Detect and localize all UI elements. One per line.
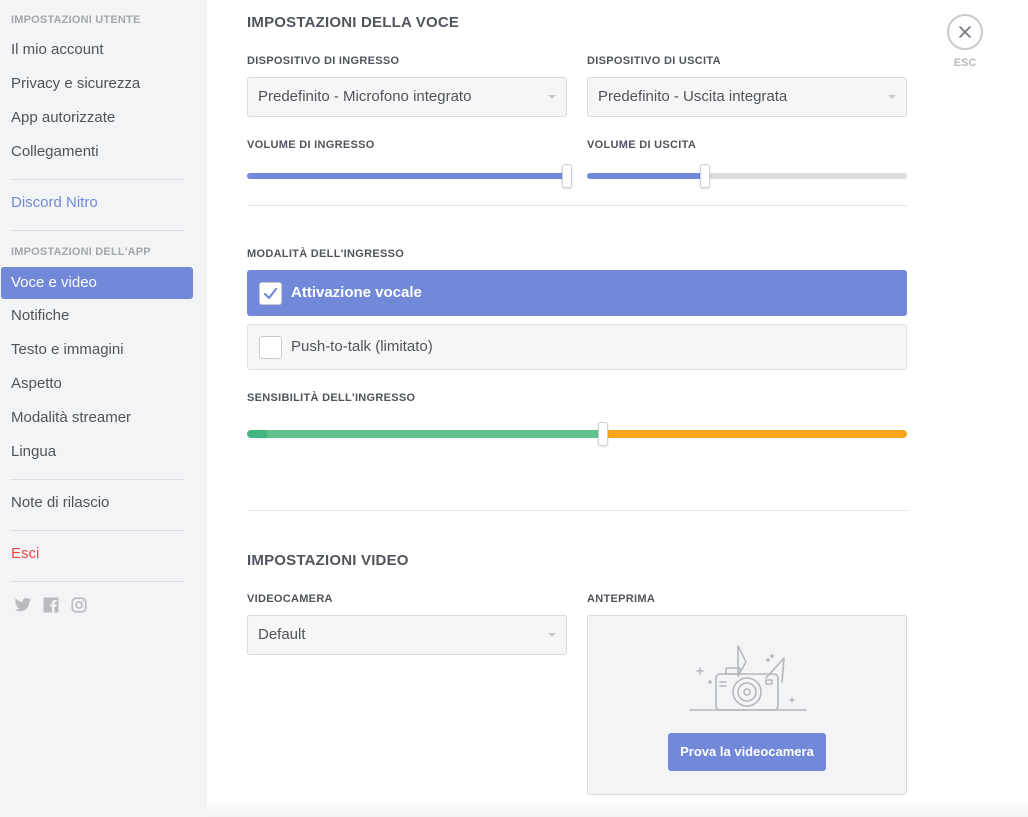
logout-button[interactable]: Esci — [1, 538, 193, 570]
voice-activity-label: Attivazione vocale — [291, 284, 422, 301]
sensitivity-handle[interactable] — [598, 422, 608, 446]
sidebar-divider — [10, 581, 184, 582]
chevron-down-icon — [548, 95, 556, 99]
sidebar-item-streamer-mode[interactable]: Modalità streamer — [1, 402, 193, 434]
output-volume-fill — [587, 173, 705, 179]
chevron-down-icon — [548, 633, 556, 637]
section-divider — [247, 205, 907, 206]
output-device-label: DISPOSITIVO DI USCITA — [587, 55, 721, 67]
sidebar-item-privacy[interactable]: Privacy e sicurezza — [1, 68, 193, 100]
sensitivity-handle-track — [247, 422, 907, 446]
camera-select[interactable]: Default — [247, 615, 567, 655]
sidebar-divider — [10, 230, 184, 231]
sidebar-item-language[interactable]: Lingua — [1, 436, 193, 468]
close-icon — [959, 26, 971, 38]
sidebar-divider — [10, 479, 184, 480]
sidebar-item-release-notes[interactable]: Note di rilascio — [1, 487, 193, 519]
try-camera-button[interactable]: Prova la videocamera — [668, 733, 826, 771]
sidebar-item-appearance[interactable]: Aspetto — [1, 368, 193, 400]
sidebar-item-nitro[interactable]: Discord Nitro — [1, 187, 193, 219]
input-volume-label: VOLUME DI INGRESSO — [247, 139, 375, 151]
bottom-fade — [207, 800, 1028, 817]
video-settings-title: IMPOSTAZIONI VIDEO — [247, 552, 409, 569]
checkmark-icon — [263, 287, 278, 300]
sidebar-item-text-images[interactable]: Testo e immagini — [1, 334, 193, 366]
input-volume-slider[interactable] — [247, 164, 572, 188]
voice-activity-option[interactable]: Attivazione vocale — [247, 270, 907, 316]
twitter-icon[interactable] — [14, 596, 32, 614]
input-mode-label: MODALITÀ DELL'INGRESSO — [247, 248, 405, 260]
sidebar-item-notifications[interactable]: Notifiche — [1, 300, 193, 332]
sidebar-item-voice-video[interactable]: Voce e video — [1, 267, 193, 299]
output-device-select[interactable]: Predefinito - Uscita integrata — [587, 77, 907, 117]
section-divider — [247, 510, 907, 511]
sidebar-item-authorized-apps[interactable]: App autorizzate — [1, 102, 193, 134]
sidebar-divider — [10, 179, 184, 180]
input-device-label: DISPOSITIVO DI INGRESSO — [247, 55, 400, 67]
push-to-talk-option[interactable]: Push-to-talk (limitato) — [247, 324, 907, 370]
instagram-icon[interactable] — [70, 596, 88, 614]
push-to-talk-label: Push-to-talk (limitato) — [291, 338, 433, 355]
output-device-value: Predefinito - Uscita integrata — [598, 88, 788, 105]
chevron-down-icon — [888, 95, 896, 99]
user-settings-header: IMPOSTAZIONI UTENTE — [11, 14, 141, 26]
camera-illustration-icon — [689, 645, 807, 711]
output-volume-label: VOLUME DI USCITA — [587, 139, 697, 151]
input-volume-handle[interactable] — [562, 164, 572, 188]
output-volume-slider[interactable] — [587, 164, 907, 188]
camera-value: Default — [258, 626, 306, 643]
close-button[interactable] — [947, 14, 983, 50]
input-sensitivity-label: SENSIBILITÀ DELL'INGRESSO — [247, 392, 416, 404]
app-settings-header: IMPOSTAZIONI DELL'APP — [11, 246, 151, 258]
sidebar-item-my-account[interactable]: Il mio account — [1, 34, 193, 66]
preview-label: ANTEPRIMA — [587, 593, 656, 605]
output-volume-handle[interactable] — [700, 164, 710, 188]
push-to-talk-checkbox[interactable] — [259, 336, 282, 359]
sidebar-item-connections[interactable]: Collegamenti — [1, 136, 193, 168]
input-device-value: Predefinito - Microfono integrato — [258, 88, 472, 105]
esc-label: ESC — [953, 57, 977, 69]
social-links — [14, 596, 88, 614]
voice-activity-checkbox[interactable] — [259, 282, 282, 305]
sidebar-divider — [10, 530, 184, 531]
settings-sidebar: IMPOSTAZIONI UTENTE Il mio account Priva… — [0, 0, 207, 817]
input-device-select[interactable]: Predefinito - Microfono integrato — [247, 77, 567, 117]
input-volume-fill — [247, 173, 567, 179]
facebook-icon[interactable] — [42, 596, 60, 614]
camera-label: VIDEOCAMERA — [247, 593, 333, 605]
voice-settings-title: IMPOSTAZIONI DELLA VOCE — [247, 14, 460, 31]
